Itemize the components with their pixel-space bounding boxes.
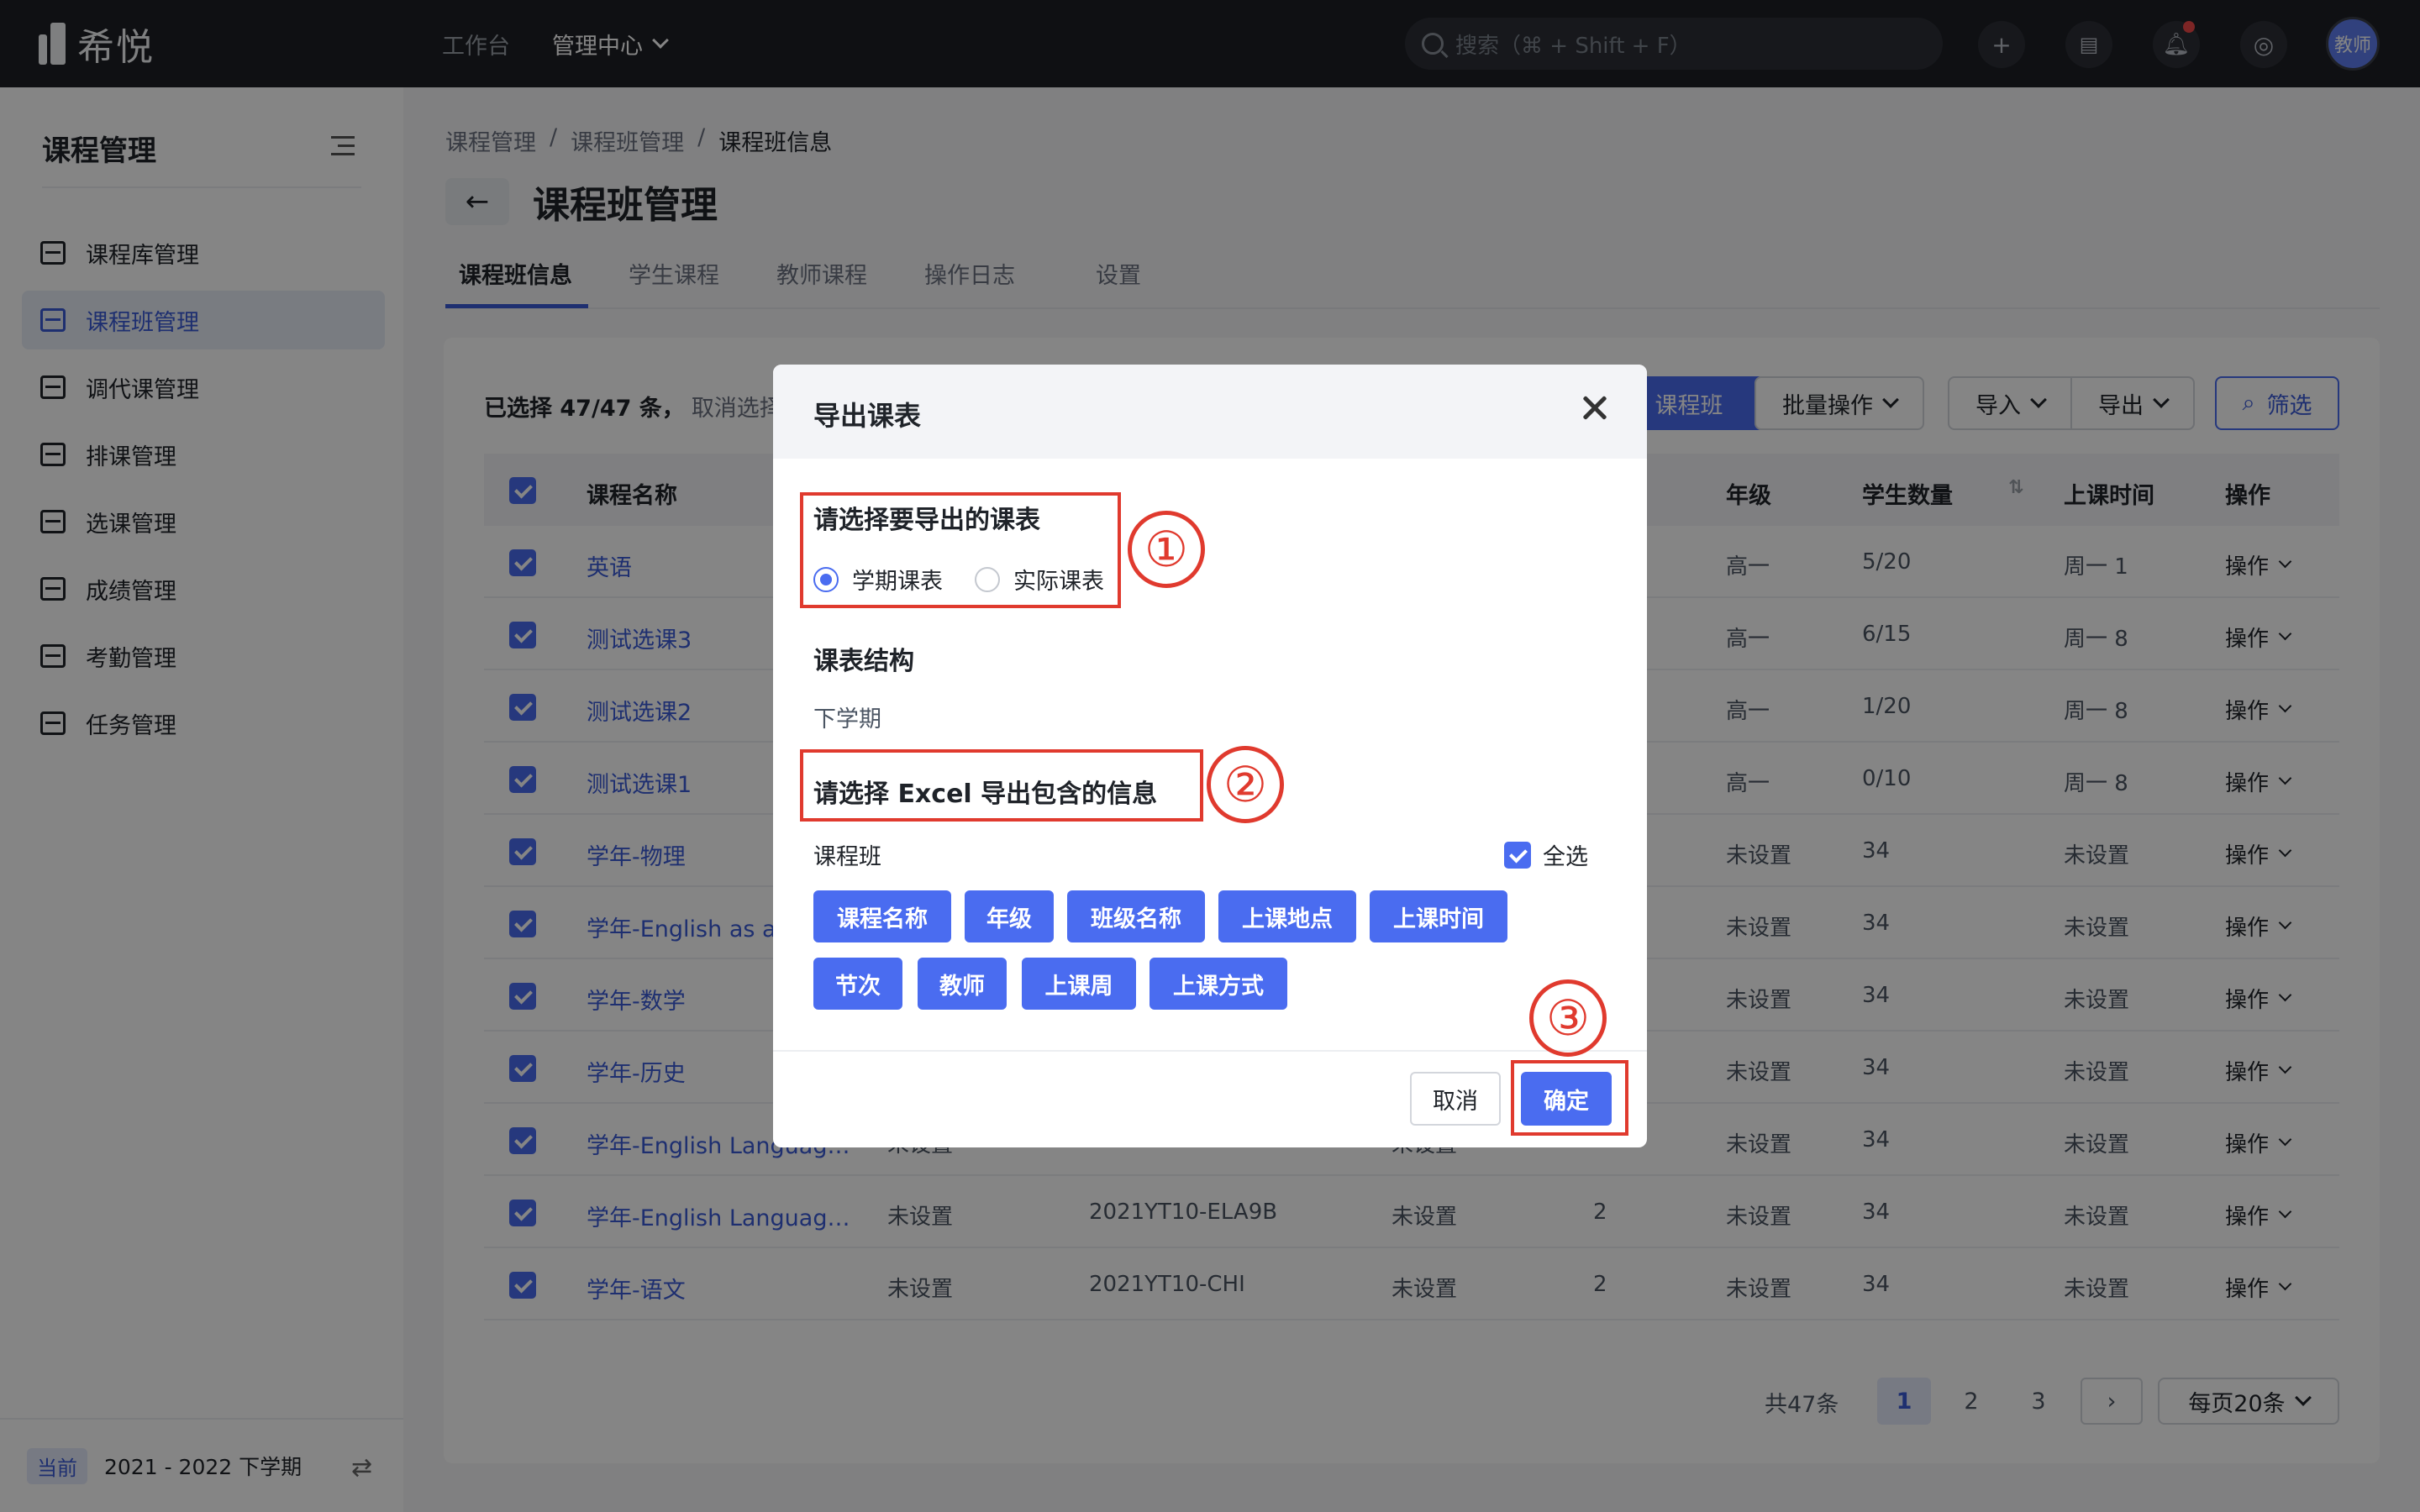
field-chip-period[interactable]: 节次: [813, 958, 902, 1010]
field-chip-location[interactable]: 上课地点: [1218, 890, 1356, 942]
select-all-checkbox[interactable]: 全选: [1504, 838, 1588, 871]
field-chip-mode[interactable]: 上课方式: [1150, 958, 1287, 1010]
annotation-box-2: [800, 749, 1203, 822]
group-label: 课程班: [813, 844, 881, 870]
annotation-number-3: ③: [1529, 979, 1607, 1057]
field-chip-grade[interactable]: 年级: [965, 890, 1054, 942]
field-chip-teacher[interactable]: 教师: [918, 958, 1007, 1010]
annotation-number-2: ②: [1207, 746, 1284, 823]
field-chip-time[interactable]: 上课时间: [1370, 890, 1507, 942]
field-chip-week[interactable]: 上课周: [1022, 958, 1136, 1010]
close-icon[interactable]: [1578, 391, 1612, 425]
select-all-label: 全选: [1543, 844, 1588, 870]
cancel-button[interactable]: 取消: [1410, 1072, 1501, 1126]
field-chip-class-name[interactable]: 班级名称: [1067, 890, 1205, 942]
structure-value: 下学期: [813, 706, 881, 732]
annotation-box-1: [800, 492, 1121, 608]
dialog-header: 导出课表: [773, 365, 1647, 459]
annotation-box-3: [1511, 1060, 1628, 1136]
annotation-number-1: ①: [1128, 511, 1205, 588]
field-chip-course-name[interactable]: 课程名称: [813, 890, 951, 942]
checkbox-checked-icon: [1504, 841, 1531, 869]
structure-label: 课表结构: [813, 647, 914, 676]
dialog-title: 导出课表: [813, 400, 922, 432]
dialog-footer-divider: [773, 1050, 1647, 1052]
